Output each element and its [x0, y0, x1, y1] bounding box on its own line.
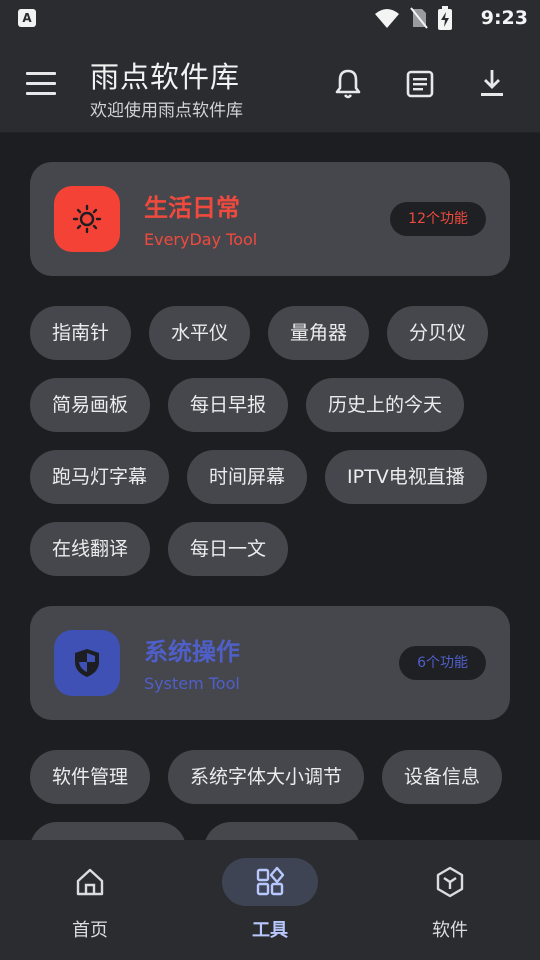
app-subtitle: 欢迎使用雨点软件库 [90, 101, 243, 121]
tool-chip-iptv[interactable]: IPTV电视直播 [325, 450, 487, 504]
category-subtitle: EveryDay Tool [144, 230, 258, 249]
bell-icon[interactable] [330, 66, 366, 102]
tool-chip-level[interactable]: 水平仪 [149, 306, 251, 360]
nav-item-software[interactable]: 软件 [360, 840, 540, 960]
tool-chip-protractor[interactable]: 量角器 [268, 306, 370, 360]
nav-item-tools[interactable]: 工具 [180, 840, 360, 960]
tool-chip-daily-news[interactable]: 每日早报 [168, 378, 289, 432]
bottom-navigation: 首页 工具 软件 [0, 840, 540, 960]
wifi-icon [375, 9, 399, 28]
nav-item-home[interactable]: 首页 [0, 840, 180, 960]
tool-chip-translate[interactable]: 在线翻译 [30, 522, 151, 576]
grid-icon [256, 866, 285, 896]
category-title: 生活日常 [144, 194, 240, 222]
battery-charging-icon [438, 6, 452, 30]
status-icons [374, 6, 452, 30]
tool-chip-marquee[interactable]: 跑马灯字幕 [30, 450, 170, 504]
home-icon [76, 868, 104, 896]
feature-count-badge: 6个功能 [399, 646, 486, 680]
category-subtitle: System Tool [144, 674, 240, 693]
no-sim-icon [410, 7, 428, 29]
app-bar: 雨点软件库 欢迎使用雨点软件库 [0, 36, 540, 133]
nav-label: 首页 [72, 920, 108, 941]
system-tool-chips: 软件管理 系统字体大小调节 设备信息 [30, 750, 510, 840]
nav-label: 工具 [252, 920, 288, 941]
tool-chip-history-today[interactable]: 历史上的今天 [306, 378, 465, 432]
nav-label: 软件 [432, 920, 468, 941]
notes-icon[interactable] [402, 66, 438, 102]
category-title: 系统操作 [144, 638, 240, 666]
tool-chip-sketchpad[interactable]: 简易画板 [30, 378, 151, 432]
everyday-tool-chips: 指南针 水平仪 量角器 分贝仪 简易画板 每日早报 历史上的今天 跑马灯字幕 时… [30, 306, 510, 576]
category-card-system[interactable]: 系统操作 System Tool 6个功能 [30, 606, 510, 720]
tool-chip-compass[interactable]: 指南针 [30, 306, 132, 360]
tool-chip-device-info[interactable]: 设备信息 [382, 750, 503, 804]
status-bar: A 9:23 [0, 0, 540, 36]
menu-icon[interactable] [22, 66, 62, 102]
tool-chip-app-manager[interactable]: 软件管理 [30, 750, 151, 804]
status-time: 9:23 [480, 7, 528, 29]
tool-chip-partial[interactable] [30, 822, 186, 840]
tool-chip-font-size[interactable]: 系统字体大小调节 [168, 750, 365, 804]
tool-chip-daily-article[interactable]: 每日一文 [168, 522, 289, 576]
tool-chip-partial[interactable] [204, 822, 360, 840]
cube-icon [436, 866, 464, 898]
shield-icon [75, 649, 99, 677]
tool-list[interactable]: 生活日常 EveryDay Tool 12个功能 指南针 水平仪 量角器 分贝仪… [0, 133, 540, 840]
tool-chip-decibel-meter[interactable]: 分贝仪 [387, 306, 489, 360]
accessibility-indicator-icon: A [18, 9, 36, 27]
category-card-everyday[interactable]: 生活日常 EveryDay Tool 12个功能 [30, 162, 510, 276]
app-title: 雨点软件库 [90, 60, 241, 94]
category-icon-tile [54, 186, 120, 252]
sun-icon [72, 204, 102, 234]
feature-count-badge: 12个功能 [390, 202, 486, 236]
category-icon-tile [54, 630, 120, 696]
download-icon[interactable] [474, 66, 510, 102]
tool-chip-clock-screen[interactable]: 时间屏幕 [187, 450, 308, 504]
